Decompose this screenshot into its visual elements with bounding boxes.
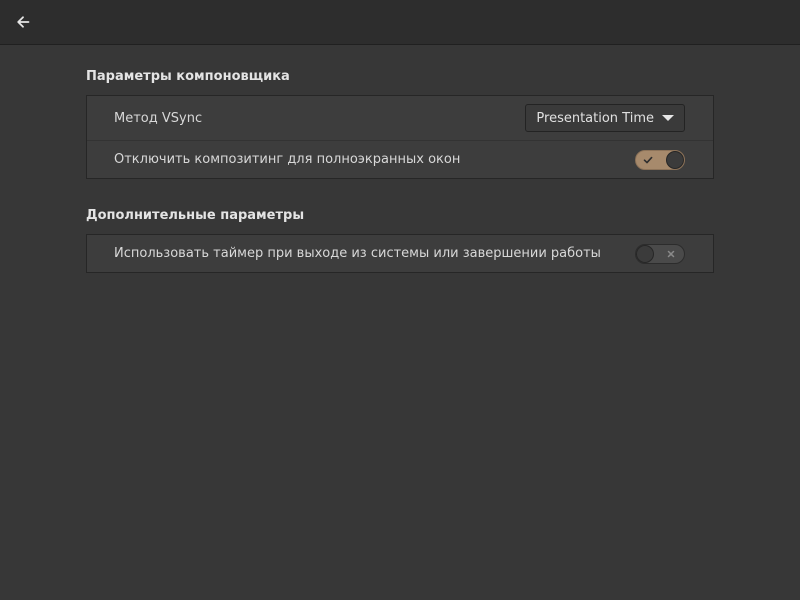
vsync-dropdown[interactable]: Presentation Time <box>525 104 685 132</box>
advanced-settings-list: Использовать таймер при выходе из систем… <box>86 234 714 273</box>
vsync-row: Метод VSync Presentation Time <box>87 96 713 140</box>
logout-timer-switch[interactable] <box>635 243 685 264</box>
vsync-label: Метод VSync <box>114 110 203 126</box>
logout-timer-row: Использовать таймер при выходе из систем… <box>87 235 713 272</box>
settings-window: Параметры компоновщика Метод VSync Prese… <box>0 0 800 600</box>
header-bar <box>0 0 800 45</box>
fullscreen-compositing-label: Отключить композитинг для полноэкранных … <box>114 152 461 167</box>
advanced-section: Дополнительные параметры Использовать та… <box>86 207 714 273</box>
back-button[interactable] <box>8 8 38 36</box>
switch-knob <box>666 150 684 169</box>
compositor-settings-list: Метод VSync Presentation Time Отключить … <box>86 95 714 179</box>
switch-knob <box>636 244 654 263</box>
advanced-section-title: Дополнительные параметры <box>86 208 305 223</box>
close-icon <box>663 246 679 262</box>
compositor-section: Параметры компоновщика Метод VSync Prese… <box>86 68 714 179</box>
fullscreen-compositing-switch[interactable] <box>635 149 685 170</box>
vsync-dropdown-value: Presentation Time <box>536 110 654 126</box>
compositor-section-title: Параметры компоновщика <box>86 69 290 84</box>
arrow-left-icon <box>15 14 31 30</box>
chevron-down-icon <box>662 115 674 121</box>
logout-timer-label: Использовать таймер при выходе из систем… <box>114 246 601 261</box>
fullscreen-compositing-row: Отключить композитинг для полноэкранных … <box>87 140 713 178</box>
checkmark-icon <box>640 152 656 168</box>
settings-content: Параметры компоновщика Метод VSync Prese… <box>86 68 714 273</box>
